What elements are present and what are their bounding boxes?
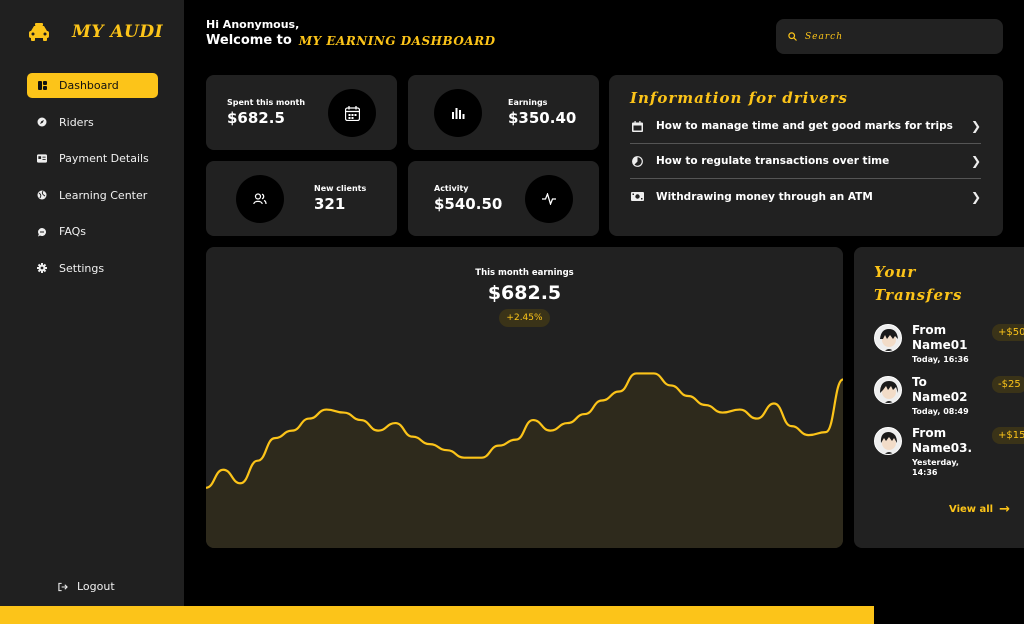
globe-icon <box>37 190 47 200</box>
sidebar-item-label: Settings <box>59 261 105 275</box>
search-box[interactable] <box>776 19 1003 54</box>
stat-label: Activity <box>434 184 469 193</box>
info-item-label: How to manage time and get good marks fo… <box>656 120 953 132</box>
transfer-name: To Name02 <box>912 375 968 404</box>
stat-card-activity: Activity $540.50 <box>408 161 599 236</box>
sidebar-item-learning-center[interactable]: Learning Center <box>27 183 158 208</box>
pie-icon <box>630 155 644 167</box>
transfer-text: From Name01 Today, 16:36 <box>912 323 976 365</box>
info-title: Information for drivers <box>630 89 848 107</box>
stat-label: New clients <box>314 184 367 193</box>
logout-label: Logout <box>77 580 115 593</box>
stat-value: $540.50 <box>434 195 503 213</box>
view-all-link[interactable]: View all → <box>949 502 1010 517</box>
stat-label: Spent this month <box>227 98 306 107</box>
greeting-text: Hi Anonymous, <box>206 18 300 31</box>
calendar-icon <box>630 120 644 132</box>
info-item-regulate-transactions[interactable]: How to regulate transactions over time ❯ <box>630 144 981 179</box>
chevron-right-icon: ❯ <box>970 154 981 168</box>
sidebar-item-label: Payment Details <box>59 152 149 165</box>
stat-card-clients: New clients 321 <box>206 161 397 236</box>
stat-value: $350.40 <box>508 109 577 127</box>
stat-label: Earnings <box>508 98 548 107</box>
avatar <box>874 376 902 404</box>
logo[interactable]: MY AUDI <box>28 22 163 42</box>
sidebar: MY AUDI Dashboard Riders Payment Details… <box>0 0 184 606</box>
arrow-right-icon: → <box>999 502 1011 517</box>
transfer-text: From Name03. Yesterday, 14:36 <box>912 426 976 478</box>
chat-icon <box>37 227 47 237</box>
avatar <box>874 324 902 352</box>
search-input[interactable] <box>805 31 985 42</box>
info-item-label: Withdrawing money through an ATM <box>656 190 873 203</box>
sidebar-item-label: Learning Center <box>59 188 148 202</box>
bar-chart-icon <box>434 89 482 137</box>
sidebar-nav: Dashboard Riders Payment Details Learnin… <box>27 73 158 292</box>
view-all-label: View all <box>949 504 994 515</box>
search-icon <box>788 32 797 41</box>
chart-label: This month earnings <box>475 268 574 278</box>
transfers-title: Your Transfers <box>874 261 962 307</box>
stat-card-spent: Spent this month $682.5 <box>206 75 397 150</box>
sidebar-item-label: Riders <box>59 115 94 129</box>
compass-icon <box>37 117 47 127</box>
sidebar-item-dashboard[interactable]: Dashboard <box>27 73 158 98</box>
info-item-atm[interactable]: Withdrawing money through an ATM ❯ <box>630 179 981 214</box>
transfer-amount: +$150 <box>992 427 1024 444</box>
stat-value: 321 <box>314 195 346 213</box>
sidebar-item-payment-details[interactable]: Payment Details <box>27 146 158 171</box>
calendar-icon <box>328 89 376 137</box>
chevron-right-icon: ❯ <box>970 119 981 133</box>
transfer-text: To Name02 Today, 08:49 <box>912 375 976 417</box>
transfer-name: From Name03. <box>912 426 973 455</box>
dashboard-name: MY EARNING DASHBOARD <box>298 33 496 48</box>
info-card: Information for drivers How to manage ti… <box>609 75 1003 236</box>
change-badge: +2.45% <box>499 309 550 327</box>
info-item-manage-time[interactable]: How to manage time and get good marks fo… <box>630 109 981 144</box>
logout-icon <box>58 582 68 592</box>
pulse-icon <box>525 175 573 223</box>
transfer-amount: -$25 <box>992 376 1024 393</box>
sidebar-item-settings[interactable]: Settings <box>27 256 158 281</box>
gear-icon <box>37 263 47 273</box>
taxi-icon <box>29 23 49 41</box>
chart-area-fill <box>206 373 843 548</box>
transfers-card: Your Transfers From Name01 Today, 16:36 … <box>854 247 1024 548</box>
stat-value: $682.5 <box>227 109 285 127</box>
chevron-right-icon: ❯ <box>970 189 981 204</box>
welcome-text: Welcome to <box>206 33 292 48</box>
dashboard-icon <box>37 81 47 91</box>
transfers-title-line2: Transfers <box>874 286 963 304</box>
chart-header: This month earnings $682.5 +2.45% <box>206 268 843 327</box>
earnings-chart-card: This month earnings $682.5 +2.45% <box>206 247 843 548</box>
chart-value: $682.5 <box>487 282 562 304</box>
users-icon <box>236 175 284 223</box>
sidebar-item-faqs[interactable]: FAQs <box>27 219 158 244</box>
logout-button[interactable]: Logout <box>58 580 115 593</box>
welcome-line: Welcome to MY EARNING DASHBOARD <box>206 33 496 48</box>
transfer-time: Today, 08:49 <box>912 407 969 416</box>
transfer-time: Yesterday, 14:36 <box>912 458 959 477</box>
transfer-name: From Name01 <box>912 323 968 352</box>
avatar <box>874 427 902 455</box>
sidebar-item-label: FAQs <box>59 225 87 238</box>
cash-icon <box>630 192 644 201</box>
transfer-time: Today, 16:36 <box>912 355 969 364</box>
info-list: How to manage time and get good marks fo… <box>630 109 981 214</box>
app-title: MY AUDI <box>72 22 164 42</box>
transfers-title-line1: Your <box>874 263 917 281</box>
bottom-accent-bar <box>0 606 874 624</box>
transfer-amount: +$50 <box>992 324 1024 341</box>
sidebar-item-riders[interactable]: Riders <box>27 110 158 135</box>
sidebar-item-label: Dashboard <box>59 79 119 92</box>
greeting: Hi Anonymous, Welcome to MY EARNING DASH… <box>206 18 496 48</box>
card-icon <box>37 154 47 164</box>
stat-card-earnings: Earnings $350.40 <box>408 75 599 150</box>
info-item-label: How to regulate transactions over time <box>656 155 890 167</box>
